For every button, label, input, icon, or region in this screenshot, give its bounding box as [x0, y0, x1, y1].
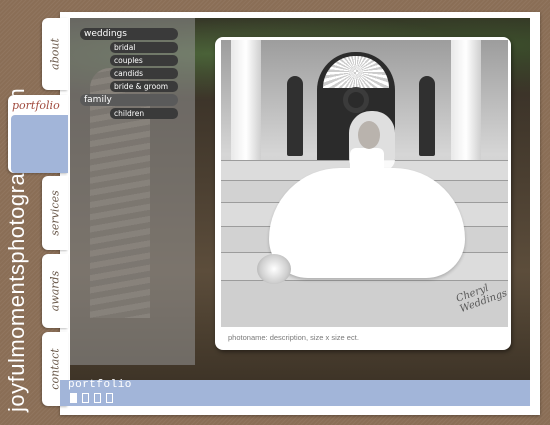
tab-services[interactable]: services [42, 176, 68, 250]
bride-head [358, 121, 380, 149]
dress-bodice [350, 148, 384, 190]
column-left [231, 40, 261, 160]
nav-category-family[interactable]: family [80, 94, 178, 106]
photo-caption: photoname: description, size x size ect. [228, 333, 359, 342]
nav-item-candids[interactable]: candids [110, 68, 178, 79]
tab-awards[interactable]: awards [42, 254, 68, 328]
site-name-vertical: joyfulmomentsphotography.com [4, 87, 29, 412]
section-title: portfolio [68, 379, 132, 391]
tab-services-label: services [48, 190, 62, 236]
tab-about-label: about [48, 38, 62, 70]
tab-portfolio-label: portfolio [12, 99, 60, 112]
column-right [451, 40, 481, 160]
nav-item-bridal[interactable]: bridal [110, 42, 178, 53]
page-1-icon[interactable] [70, 393, 77, 403]
portfolio-photo[interactable]: Cheryl Weddings [221, 40, 508, 327]
page-4-icon[interactable] [106, 393, 113, 403]
bouquet [257, 254, 291, 284]
tab-about[interactable]: about [42, 18, 68, 90]
statue-left [287, 76, 303, 156]
nav-category-weddings[interactable]: weddings [80, 28, 178, 40]
page-3-icon[interactable] [94, 393, 101, 403]
page-navigation [70, 393, 113, 403]
page-2-icon[interactable] [82, 393, 89, 403]
statue-right [419, 76, 435, 156]
wreath [343, 87, 369, 113]
nav-item-children[interactable]: children [110, 108, 178, 119]
tab-portfolio[interactable]: portfolio [8, 95, 68, 173]
tab-awards-label: awards [48, 270, 62, 312]
tab-portfolio-panel [11, 115, 68, 173]
nav-item-couples[interactable]: couples [110, 55, 178, 66]
nav-item-bride-groom[interactable]: bride & groom [110, 81, 178, 92]
